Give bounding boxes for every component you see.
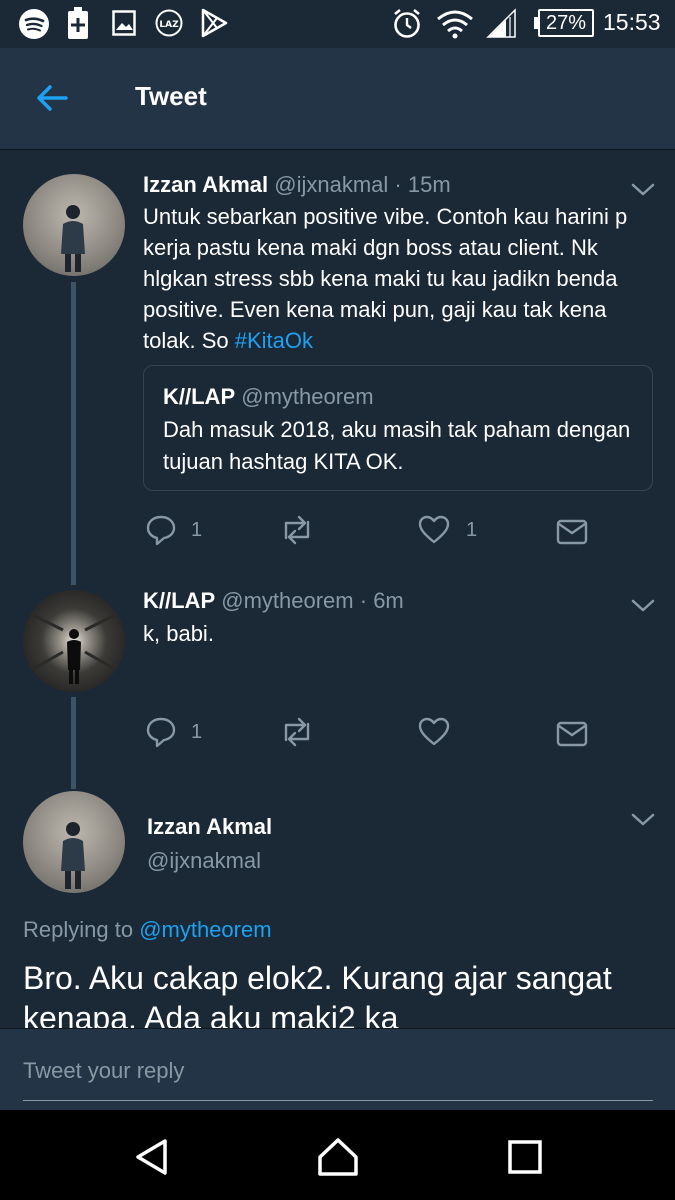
replying-to: Replying to @mytheorem — [23, 917, 272, 943]
display-name[interactable]: Izzan Akmal — [143, 172, 268, 197]
tweet-text: Untuk sebarkan positive vibe. Contoh kau… — [143, 201, 653, 356]
retweet-icon[interactable] — [279, 716, 315, 748]
image-icon — [112, 10, 136, 36]
focused-tweet-text: Bro. Aku cakap elok2. Kurang ajar sangat… — [23, 960, 612, 1030]
person-silhouette-icon — [61, 822, 85, 889]
timestamp: · 6m — [359, 588, 404, 613]
display-name[interactable]: K//LAP — [143, 588, 215, 613]
reply-icon[interactable] — [145, 514, 177, 546]
quote-text: Dah masuk 2018, aku masih tak paham deng… — [163, 417, 631, 474]
back-arrow-icon[interactable] — [28, 78, 78, 118]
home-icon[interactable] — [316, 1135, 360, 1179]
like-heart-icon[interactable] — [418, 716, 450, 748]
handle[interactable]: @ijxnakmal — [147, 848, 261, 874]
reply-icon[interactable] — [145, 716, 177, 748]
direct-message-icon[interactable] — [556, 516, 588, 548]
avatar[interactable] — [23, 590, 125, 692]
replying-prefix: Replying to — [23, 917, 140, 942]
reply-count: 1 — [191, 519, 203, 541]
reply-count: 1 — [191, 721, 203, 743]
quote-header: K//LAP @mytheorem — [163, 384, 374, 410]
android-nav-bar — [0, 1110, 675, 1200]
quote-handle: @mytheorem — [241, 384, 374, 409]
avatar[interactable] — [23, 791, 125, 893]
status-time: 15:53 — [603, 9, 661, 35]
timestamp: · 15m — [394, 172, 451, 197]
svg-text:LAZ: LAZ — [159, 20, 179, 30]
alarm-icon — [394, 8, 420, 38]
status-bar: LAZ 27% 15:53 — [0, 0, 675, 48]
direct-message-icon[interactable] — [556, 718, 588, 750]
tweet-text: k, babi. — [143, 621, 214, 646]
battery-plus-icon — [68, 7, 88, 39]
app-bar: Tweet — [0, 48, 675, 150]
signal-icon — [486, 8, 516, 38]
chevron-down-icon[interactable] — [630, 598, 656, 614]
quote-display-name: K//LAP — [163, 384, 236, 409]
play-store-icon — [201, 8, 228, 38]
reply-bar — [0, 1028, 675, 1110]
laz-icon: LAZ — [155, 9, 183, 37]
tweet-header: K//LAP @mytheorem · 6m — [143, 588, 404, 614]
battery-nub — [534, 17, 538, 29]
tweet-header: Izzan Akmal @ijxnakmal · 15m — [143, 172, 451, 198]
back-triangle-icon[interactable] — [130, 1135, 174, 1179]
hashtag-link[interactable]: #KitaOk — [235, 328, 313, 353]
battery-icon: 27% — [538, 9, 594, 37]
like-heart-icon[interactable] — [418, 514, 450, 546]
handle[interactable]: @ijxnakmal — [274, 172, 388, 197]
thread-connector — [71, 697, 76, 789]
display-name[interactable]: Izzan Akmal — [147, 814, 272, 840]
handle[interactable]: @mytheorem — [221, 588, 353, 613]
chevron-down-icon[interactable] — [630, 812, 656, 828]
recents-square-icon[interactable] — [503, 1135, 547, 1179]
retweet-icon[interactable] — [279, 514, 315, 546]
tweet-text-body: Untuk sebarkan positive vibe. Contoh kau… — [143, 204, 628, 353]
battery-percent: 27% — [546, 12, 587, 34]
mention-link[interactable]: @mytheorem — [139, 917, 271, 942]
page-title: Tweet — [135, 81, 207, 111]
spotify-icon — [19, 9, 49, 39]
person-silhouette-icon — [23, 608, 125, 684]
wifi-icon — [437, 10, 473, 39]
thread-connector — [71, 282, 76, 585]
like-count: 1 — [466, 519, 478, 541]
avatar[interactable] — [23, 174, 125, 276]
quoted-tweet[interactable]: K//LAP @mytheorem Dah masuk 2018, aku ma… — [143, 365, 653, 491]
person-silhouette-icon — [61, 205, 85, 272]
chevron-down-icon[interactable] — [630, 182, 656, 198]
reply-input[interactable] — [23, 1049, 653, 1101]
